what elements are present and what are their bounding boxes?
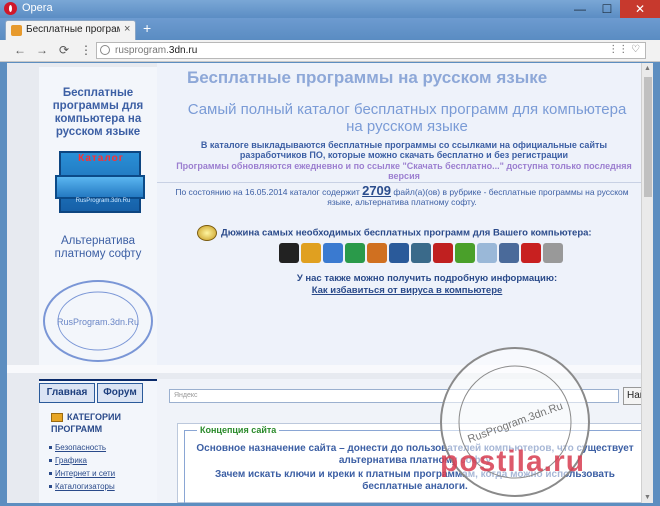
site-stamp-icon: RusProgram.3dn.Ru <box>43 280 153 362</box>
address-bar-icons[interactable]: ⋮⋮ ♡ <box>608 44 640 55</box>
cabinet-url: RusProgram.3dn.Ru <box>75 198 131 204</box>
url-prefix: rusprogram. <box>115 45 169 56</box>
back-button[interactable]: ← <box>14 43 26 57</box>
app-icon-12[interactable] <box>521 243 541 263</box>
app-icon-5[interactable] <box>367 243 387 263</box>
tab-bar: Бесплатные программы × <box>0 18 660 40</box>
nav-tab-forum[interactable]: Форум <box>97 383 143 403</box>
address-bar[interactable]: rusprogram.3dn.ru ⋮⋮ ♡ <box>96 42 646 59</box>
catalog-cabinet-image[interactable]: Каталог RusProgram.3dn.Ru <box>53 145 145 219</box>
left-column: Бесплатные программы для компьютера на р… <box>39 67 157 365</box>
minimize-button[interactable]: — <box>566 0 594 18</box>
url-text[interactable]: rusprogram.3dn.ru <box>115 45 197 56</box>
new-tab-button[interactable]: + <box>143 20 151 36</box>
concept-legend: Концепция сайта <box>197 425 280 435</box>
divider <box>157 182 641 183</box>
catalog-description: В каталоге выкладываются бесплатные прог… <box>200 140 608 160</box>
scroll-down-icon[interactable]: ▼ <box>644 494 651 501</box>
scroll-thumb[interactable] <box>644 77 652 197</box>
favicon-icon <box>11 25 22 36</box>
alternative-text: Альтернатива платному софту <box>54 235 142 260</box>
app-icon-4[interactable] <box>345 243 365 263</box>
search-button[interactable]: Найти <box>623 387 641 405</box>
categories-title: КАТЕГОРИИ ПРОГРАММ <box>51 411 157 435</box>
cabinet-label: Каталог <box>78 153 124 164</box>
watermark-logo: postila.ru <box>440 445 586 478</box>
page-subtitle: Самый полный каталог бесплатных программ… <box>187 101 627 135</box>
nav-tab-main[interactable]: Главная <box>39 383 95 403</box>
app-icon-1[interactable] <box>279 243 299 263</box>
scroll-up-icon[interactable]: ▲ <box>644 65 651 72</box>
info-heading: У нас также можно получить подробную инф… <box>296 273 558 284</box>
app-icon-2[interactable] <box>301 243 321 263</box>
opera-logo-icon[interactable] <box>4 2 17 15</box>
dozen-text: Дюжина самых необходимых бесплатных прог… <box>221 227 592 239</box>
app-icon-11[interactable] <box>499 243 519 263</box>
page-title: Бесплатные программы на русском языке <box>187 68 548 87</box>
virus-link[interactable]: Как избавиться от вируса в компьютере <box>257 285 557 296</box>
tab-close-icon[interactable]: × <box>124 23 130 35</box>
app-icon-6[interactable] <box>389 243 409 263</box>
category-security[interactable]: Безопасность <box>48 443 106 452</box>
app-icon-3[interactable] <box>323 243 343 263</box>
app-icons-row <box>279 243 639 265</box>
count-prefix: По состоянию на 16.05.2014 каталог содер… <box>175 187 360 197</box>
folder-icon <box>51 413 63 423</box>
tab-active[interactable]: Бесплатные программы × <box>5 20 136 40</box>
disc-icon <box>197 225 217 241</box>
category-internet[interactable]: Интернет и сети <box>48 469 115 478</box>
main-content: Бесплатные программы на русском языке Са… <box>157 63 641 365</box>
close-window-button[interactable]: ✕ <box>620 0 660 18</box>
tab-title: Бесплатные программы <box>26 24 120 35</box>
stamp-text: RusProgram.3dn.Ru <box>57 317 139 327</box>
app-icon-10[interactable] <box>477 243 497 263</box>
globe-icon <box>100 45 110 55</box>
browser-toolbar: ← → ⟳ ⋮⋮ rusprogram.3dn.ru ⋮⋮ ♡ <box>0 40 660 62</box>
app-icon-13[interactable] <box>543 243 563 263</box>
maximize-button[interactable]: ☐ <box>594 0 620 18</box>
scrollbar[interactable]: ▲ ▼ <box>641 63 653 503</box>
window-titlebar: Opera — ☐ ✕ <box>0 0 660 18</box>
cabinet-drawer <box>55 175 145 199</box>
count-number[interactable]: 2709 <box>362 183 391 198</box>
url-domain: 3dn.ru <box>168 45 198 56</box>
app-title: Opera <box>22 2 53 14</box>
forward-button[interactable]: → <box>36 43 48 57</box>
category-catalogers[interactable]: Каталогизаторы <box>49 482 115 491</box>
update-note: Программы обновляются ежедневно и по ссы… <box>176 161 632 181</box>
site-title: Бесплатные программы для компьютера на р… <box>52 87 144 138</box>
app-icon-7[interactable] <box>411 243 431 263</box>
app-icon-9[interactable] <box>455 243 475 263</box>
dozen-heading: Дюжина самых необходимых бесплатных прог… <box>197 225 637 241</box>
nav-panel: Главная Форум КАТЕГОРИИ ПРОГРАММ Безопас… <box>39 379 157 503</box>
catalog-count: По состоянию на 16.05.2014 каталог содер… <box>163 183 641 207</box>
reload-button[interactable]: ⟳ <box>59 43 69 57</box>
app-icon-8[interactable] <box>433 243 453 263</box>
category-graphics[interactable]: Графика <box>49 456 87 465</box>
